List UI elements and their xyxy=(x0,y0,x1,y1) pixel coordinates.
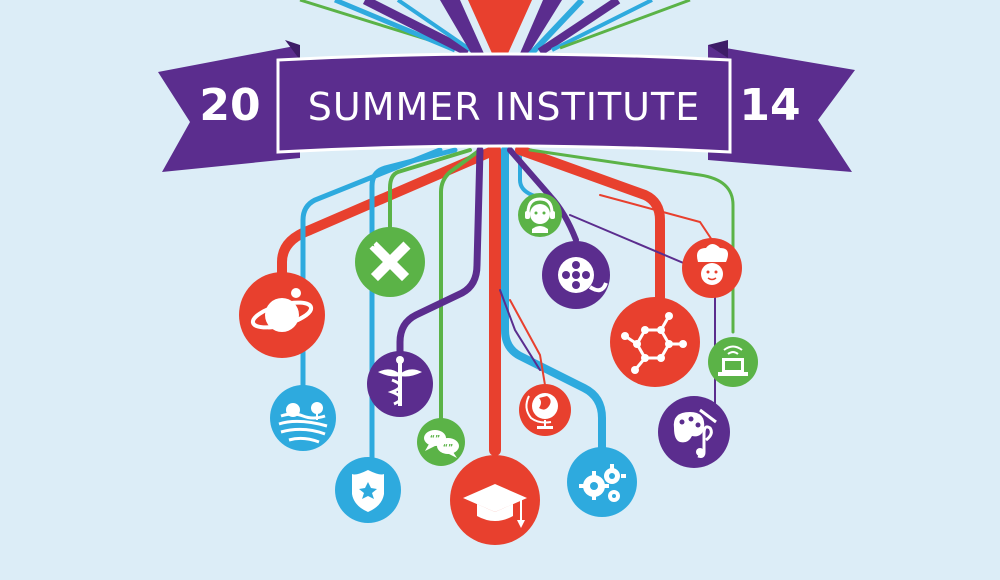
year-right: 14 xyxy=(739,80,800,131)
globe-icon xyxy=(519,384,571,436)
headset-person-icon xyxy=(518,193,562,237)
chef-icon xyxy=(682,238,742,298)
svg-text:“”: “” xyxy=(430,434,441,443)
banner-title: SUMMER INSTITUTE xyxy=(308,85,700,129)
graduation-cap-icon xyxy=(450,455,540,545)
laptop-wifi-icon xyxy=(708,337,758,387)
summer-institute-illustration: 20 SUMMER INSTITUTE 14 “” “” xyxy=(158,0,855,545)
top-rays xyxy=(299,0,691,60)
art-music-icon xyxy=(658,396,730,468)
gears-icon xyxy=(567,447,637,517)
police-badge-icon xyxy=(335,457,401,523)
summer-institute-graphic: 20 SUMMER INSTITUTE 14 “” “” xyxy=(0,0,1000,580)
planet-icon xyxy=(239,272,325,358)
farm-landscape-icon xyxy=(270,385,336,451)
film-reel-icon xyxy=(542,241,610,309)
caduceus-icon xyxy=(367,351,433,417)
speech-bubbles-icon: “” “” xyxy=(417,418,465,466)
pencil-ruler-icon xyxy=(355,227,425,297)
year-left: 20 xyxy=(199,80,260,131)
svg-text:“”: “” xyxy=(443,443,454,452)
molecule-icon xyxy=(610,297,700,387)
